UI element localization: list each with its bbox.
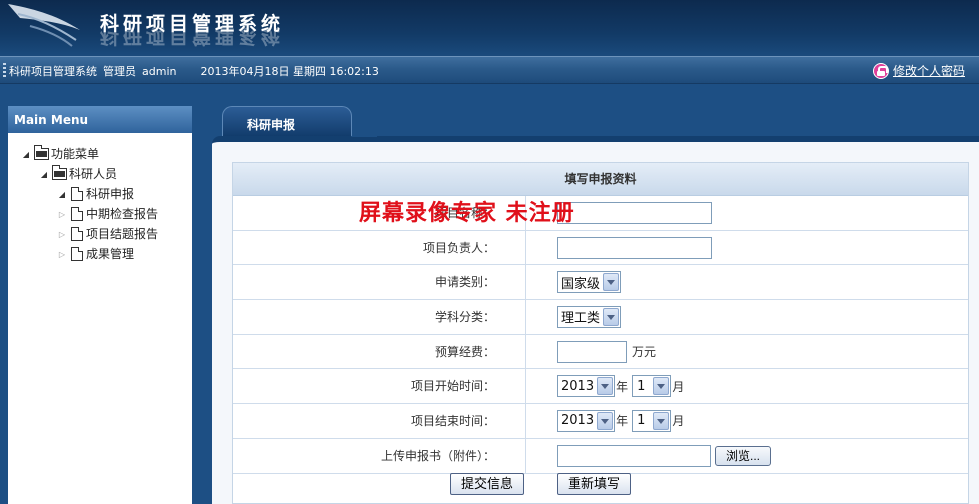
document-icon xyxy=(71,226,83,241)
collapsed-triangle-icon: ▷ xyxy=(58,209,66,219)
chevron-down-icon xyxy=(653,411,670,430)
chevron-down-icon xyxy=(603,273,620,292)
year-unit: 年 xyxy=(616,414,629,429)
chevron-down-icon xyxy=(603,307,620,326)
chevron-down-icon xyxy=(597,377,614,396)
sidebar-item-achievements[interactable]: ▷ 成果管理 xyxy=(8,245,192,265)
select-value: 国家级 xyxy=(561,276,601,292)
field-row-discipline: 学科分类： 理工类 xyxy=(233,300,968,335)
folder-icon xyxy=(52,164,67,180)
system-title-reflection: 科研项目管理系统 xyxy=(100,27,285,47)
quill-logo-icon xyxy=(8,4,80,47)
folder-icon xyxy=(34,144,49,160)
field-label: 项目开始时间： xyxy=(233,369,526,404)
app-header: 科研项目管理系统 科研项目管理系统 xyxy=(0,0,979,56)
select-value: 1 xyxy=(637,413,646,429)
start-year-select[interactable]: 2013 xyxy=(557,375,616,398)
expanded-triangle-icon: ◢ xyxy=(22,149,30,159)
end-year-select[interactable]: 2013 xyxy=(557,409,616,432)
grip-dots-icon xyxy=(3,63,6,77)
sidebar-item-research-apply[interactable]: ◢ 科研申报 xyxy=(8,185,192,205)
month-unit: 月 xyxy=(672,414,685,429)
project-name-input[interactable] xyxy=(557,201,712,224)
select-value: 1 xyxy=(637,378,646,394)
document-icon xyxy=(71,206,83,221)
field-row-start-date: 项目开始时间： 2013 年 1 月 xyxy=(233,369,968,405)
recorder-watermark: 屏幕录像专家 未注册 xyxy=(359,200,575,226)
field-label: 学科分类： xyxy=(233,300,526,334)
field-row-upload: 上传申报书（附件）： 浏览... xyxy=(233,438,968,474)
menu-tree: ◢ 功能菜单 ◢ 科研人员 ◢ 科研申报 ▷ 中期检查报告 ▷ 项目结题报告 ▷ 成果管理 xyxy=(8,133,192,265)
change-password-label: 修改个人密码 xyxy=(892,64,965,78)
upload-path-input[interactable] xyxy=(557,444,711,467)
application-form: 填写申报资料 项目名称： 项目负责人： 申请类别： 国家级 学科分类： 理工类 … xyxy=(232,162,969,504)
sidebar-item-final-report[interactable]: ▷ 项目结题报告 xyxy=(8,225,192,245)
field-label: 上传申报书（附件）： xyxy=(233,438,526,473)
tree-node-group[interactable]: ◢ 科研人员 xyxy=(8,164,192,185)
expanded-triangle-icon: ◢ xyxy=(58,189,66,199)
username: admin xyxy=(142,65,177,78)
sidebar-item-midterm-report[interactable]: ▷ 中期检查报告 xyxy=(8,205,192,225)
project-leader-input[interactable] xyxy=(557,236,712,259)
collapsed-triangle-icon: ▷ xyxy=(58,249,66,259)
end-month-select[interactable]: 1 xyxy=(632,409,672,432)
change-password-link[interactable]: 修改个人密码 xyxy=(872,62,965,79)
expanded-triangle-icon: ◢ xyxy=(40,169,48,179)
field-row-apply-category: 申请类别： 国家级 xyxy=(233,265,968,301)
field-label: 项目负责人： xyxy=(233,230,526,265)
sidebar-item-label: 科研申报 xyxy=(86,187,135,201)
month-unit: 月 xyxy=(672,379,685,394)
user-role: 管理员 xyxy=(103,65,136,78)
budget-input[interactable] xyxy=(557,340,627,363)
field-label: 预算经费： xyxy=(233,334,526,369)
collapsed-triangle-icon: ▷ xyxy=(58,229,66,239)
budget-unit: 万元 xyxy=(632,345,657,360)
user-info: 科研项目管理系统 管理员 admin 2013年04月18日 星期四 16:02:13 xyxy=(9,63,385,79)
document-icon xyxy=(71,186,83,201)
chevron-down-icon xyxy=(597,411,614,430)
system-name: 科研项目管理系统 xyxy=(9,65,97,78)
sidebar-item-label: 成果管理 xyxy=(86,247,135,261)
menu-title: Main Menu xyxy=(8,106,192,133)
select-value: 理工类 xyxy=(561,311,601,327)
year-unit: 年 xyxy=(616,379,629,394)
discipline-select[interactable]: 理工类 xyxy=(557,305,622,328)
chevron-down-icon xyxy=(653,377,670,396)
select-value: 2013 xyxy=(561,378,595,394)
field-row-budget: 预算经费： 万元 xyxy=(233,334,968,370)
field-row-project-name: 项目名称： xyxy=(233,196,968,231)
document-icon xyxy=(71,246,83,261)
tree-node-root[interactable]: ◢ 功能菜单 xyxy=(8,144,192,165)
tree-node-label: 功能菜单 xyxy=(51,147,100,161)
submit-button[interactable]: 提交信息 xyxy=(450,473,525,495)
tab-research-apply[interactable]: 科研申报 xyxy=(222,106,377,137)
sidebar-menu: Main Menu ◢ 功能菜单 ◢ 科研人员 ◢ 科研申报 ▷ 中期检查报告 ▷ 项目结… xyxy=(8,106,192,504)
field-row-project-leader: 项目负责人： xyxy=(233,230,968,266)
reset-button[interactable]: 重新填写 xyxy=(557,473,632,495)
sidebar-item-label: 项目结题报告 xyxy=(86,227,159,241)
select-value: 2013 xyxy=(561,413,595,429)
browse-button[interactable]: 浏览... xyxy=(715,445,772,466)
field-row-end-date: 项目结束时间： 2013 年 1 月 xyxy=(233,404,968,439)
sidebar-item-label: 中期检查报告 xyxy=(86,207,159,221)
current-datetime: 2013年04月18日 星期四 16:02:13 xyxy=(200,65,379,78)
start-month-select[interactable]: 1 xyxy=(632,375,672,398)
info-bar: 科研项目管理系统 管理员 admin 2013年04月18日 星期四 16:02:13… xyxy=(0,56,979,84)
apply-category-select[interactable]: 国家级 xyxy=(557,271,622,294)
field-label: 申请类别： xyxy=(233,265,526,300)
tree-node-label: 科研人员 xyxy=(69,167,118,181)
form-title: 填写申报资料 xyxy=(233,163,968,196)
field-label: 项目结束时间： xyxy=(233,404,526,438)
lock-icon xyxy=(872,63,889,79)
